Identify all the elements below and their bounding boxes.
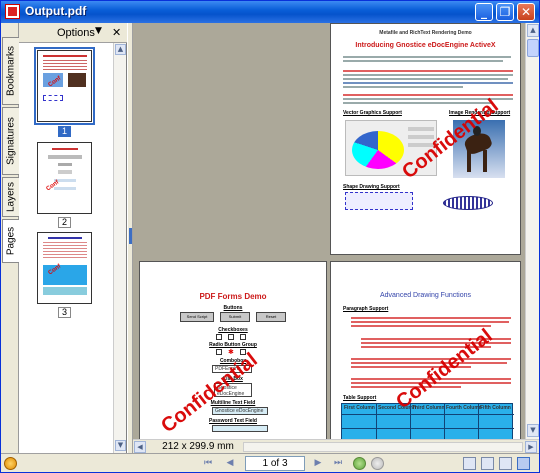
single-page-view-icon[interactable] bbox=[463, 457, 476, 470]
go-forward-icon[interactable] bbox=[371, 457, 384, 470]
continuous-view-icon[interactable] bbox=[481, 457, 494, 470]
page2-buttons-label: Buttons bbox=[223, 305, 243, 311]
page1-title: Introducing Gnostice eDocEngine ActiveX bbox=[355, 42, 496, 49]
thumbnail-scrollbar[interactable]: ▲ ▼ bbox=[113, 43, 126, 453]
last-page-button[interactable]: ⏭ bbox=[331, 456, 345, 470]
scroll-down-icon[interactable]: ▼ bbox=[115, 440, 126, 451]
thumbnail-number-1: 1 bbox=[58, 126, 71, 137]
form-reset-button[interactable]: Reset bbox=[256, 312, 286, 322]
page3-section-table: Table Support bbox=[343, 395, 377, 401]
page1-section-shape: Shape Drawing Support bbox=[343, 184, 400, 190]
next-page-button[interactable]: ▶ bbox=[311, 456, 325, 470]
page2-title: PDF Forms Demo bbox=[199, 292, 267, 301]
scrollbar-thumb[interactable] bbox=[527, 39, 539, 57]
thumbnail-panel: Options ▼ ✕ Conf 1 Conf 2 Conf 3 ▲ ▼ bbox=[19, 23, 127, 453]
page1-section-vector: Vector Graphics Support bbox=[343, 110, 402, 116]
page-size-readout: 212 x 299.9 mm bbox=[162, 441, 234, 452]
form-text-field[interactable]: Gnostice eDocEngine bbox=[212, 407, 268, 415]
document-horizontal-bar: ◀ 212 x 299.9 mm ▶ bbox=[133, 439, 539, 453]
scroll-left-icon[interactable]: ◀ bbox=[134, 441, 146, 453]
scroll-up-icon[interactable]: ▲ bbox=[527, 24, 539, 37]
tab-signatures[interactable]: Signatures bbox=[2, 107, 19, 175]
pdf-page-1: Metafile and RichText Rendering Demo Int… bbox=[330, 23, 521, 255]
tab-layers[interactable]: Layers bbox=[2, 177, 19, 217]
page2-checkboxes-label: Checkboxes bbox=[218, 327, 248, 333]
form-password-field[interactable] bbox=[212, 425, 268, 432]
pdf-page-2: PDF Forms Demo Buttons Send Script Submi… bbox=[139, 261, 327, 439]
sidebar-tabs: Bookmarks Signatures Layers Pages bbox=[1, 23, 19, 453]
minimize-button[interactable]: _ bbox=[475, 3, 493, 21]
scroll-up-icon[interactable]: ▲ bbox=[115, 44, 126, 55]
pdf-app-icon bbox=[5, 4, 20, 19]
restore-button[interactable]: ❐ bbox=[496, 3, 514, 21]
page3-section-paragraph: Paragraph Support bbox=[343, 306, 389, 312]
page-number-field[interactable]: 1 of 3 bbox=[245, 456, 305, 471]
first-page-button[interactable]: ⏮ bbox=[201, 456, 215, 470]
chevron-down-icon[interactable]: ▼ bbox=[95, 26, 102, 36]
thumbnail-number-3: 3 bbox=[58, 307, 71, 318]
tab-pages[interactable]: Pages bbox=[2, 219, 19, 263]
status-icon bbox=[4, 457, 17, 470]
form-send-button[interactable]: Send Script bbox=[180, 312, 214, 322]
app-window: Output.pdf _ ❐ ✕ Bookmarks Signatures La… bbox=[0, 0, 540, 473]
facing-view-icon[interactable] bbox=[499, 457, 512, 470]
options-menu[interactable]: Options bbox=[57, 27, 95, 39]
page1-header: Metafile and RichText Rendering Demo bbox=[379, 30, 472, 36]
continuous-facing-view-icon[interactable] bbox=[517, 457, 530, 470]
page2-text-label: Multiline Text Field bbox=[210, 400, 256, 406]
page-thumbnail-3[interactable]: Conf bbox=[37, 232, 92, 304]
horizontal-scroll-track[interactable] bbox=[243, 442, 523, 452]
go-back-icon[interactable] bbox=[353, 457, 366, 470]
page-thumbnail-2[interactable]: Conf bbox=[37, 142, 92, 214]
pdf-page-3: Advanced Drawing Functions Paragraph Sup… bbox=[330, 261, 521, 439]
close-panel-icon[interactable]: ✕ bbox=[112, 26, 121, 39]
page3-title: Advanced Drawing Functions bbox=[379, 292, 472, 299]
splitter-grip[interactable] bbox=[129, 228, 132, 244]
page-thumbnail-1[interactable]: Conf bbox=[34, 47, 95, 125]
scroll-right-icon[interactable]: ▶ bbox=[525, 441, 537, 453]
window-title: Output.pdf bbox=[25, 4, 87, 18]
demo-table: First Column Second Column Third Column … bbox=[341, 403, 514, 439]
prev-page-button[interactable]: ◀ bbox=[223, 456, 237, 470]
thumbnail-number-2: 2 bbox=[58, 217, 71, 228]
title-bar: Output.pdf _ ❐ ✕ bbox=[1, 1, 539, 23]
document-view[interactable]: Metafile and RichText Rendering Demo Int… bbox=[133, 23, 525, 439]
tab-bookmarks[interactable]: Bookmarks bbox=[2, 37, 19, 105]
document-vertical-scrollbar[interactable]: ▲ ▼ bbox=[525, 23, 539, 439]
thumbnail-panel-header: Options ▼ ✕ bbox=[19, 23, 127, 43]
close-button[interactable]: ✕ bbox=[517, 3, 535, 21]
status-bar: ⏮ ◀ 1 of 3 ▶ ⏭ bbox=[1, 453, 539, 472]
form-submit-button[interactable]: Submit bbox=[220, 312, 250, 322]
scroll-down-icon[interactable]: ▼ bbox=[527, 424, 539, 437]
